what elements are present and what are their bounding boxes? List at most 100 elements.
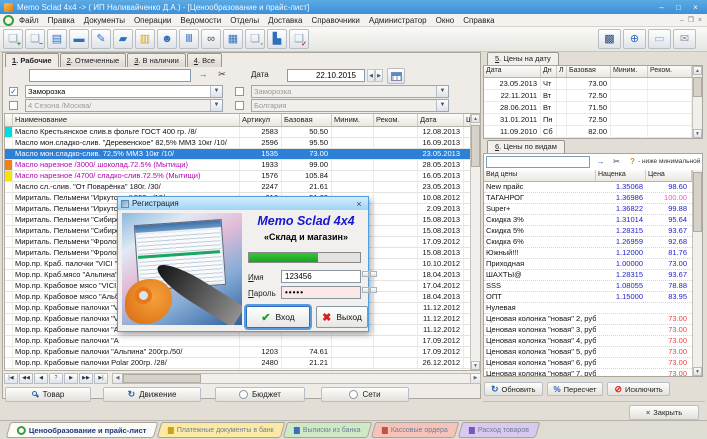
filter-checkbox[interactable] bbox=[235, 101, 244, 110]
calendar-button[interactable] bbox=[387, 68, 405, 84]
child-restore-icon[interactable]: ❐ bbox=[688, 15, 694, 26]
menu-item[interactable]: Доставка bbox=[268, 16, 302, 25]
filter-checkbox[interactable] bbox=[9, 101, 18, 110]
mode-button[interactable]: Товар bbox=[5, 387, 91, 402]
menu-item[interactable]: Администратор bbox=[369, 16, 427, 25]
menu-item[interactable]: Ведомости bbox=[180, 16, 221, 25]
close-icon[interactable]: × bbox=[688, 2, 703, 13]
column-header[interactable]: Л bbox=[557, 66, 567, 77]
column-header[interactable]: Реком. bbox=[648, 66, 692, 77]
clipboard-check-button[interactable]: ❑✓ bbox=[289, 29, 309, 49]
login-button[interactable]: ✔ Вход bbox=[246, 306, 310, 328]
filter-combo[interactable]: 4 Сезона /Москва/▼ bbox=[25, 99, 223, 112]
layout-button[interactable] bbox=[370, 271, 377, 277]
table-row[interactable]: Масло нарезное /3000/ шоколад.72.5% (Мыт… bbox=[5, 160, 480, 171]
chat-button[interactable]: ▭ bbox=[648, 29, 671, 49]
table-row[interactable]: Приходная1.0000073.00 bbox=[484, 259, 702, 270]
apply-filter-icon[interactable]: → bbox=[594, 155, 607, 168]
password-input[interactable] bbox=[281, 286, 361, 299]
menu-item[interactable]: Справка bbox=[463, 16, 494, 25]
action-button[interactable]: %Пересчет bbox=[547, 382, 604, 396]
menu-item[interactable]: Правка bbox=[48, 16, 75, 25]
window-tab[interactable]: Расход товаров bbox=[458, 422, 541, 438]
globe-button[interactable]: ⊕ bbox=[623, 29, 646, 49]
binoculars-button[interactable]: ∞ bbox=[201, 29, 221, 49]
cart-button[interactable]: ▦ bbox=[223, 29, 243, 49]
scroll-down-icon[interactable]: ▼ bbox=[693, 129, 702, 138]
nav-button[interactable]: ◀ bbox=[34, 373, 48, 384]
maximize-icon[interactable]: □ bbox=[671, 2, 686, 13]
column-header[interactable]: Наименование bbox=[13, 114, 240, 126]
edit-document-button[interactable]: ✎ bbox=[91, 29, 111, 49]
mode-button[interactable]: Бюджет bbox=[215, 387, 305, 402]
close-panel-button[interactable]: × Закрыть bbox=[629, 405, 699, 420]
column-header[interactable]: Цена bbox=[646, 170, 692, 181]
vertical-scrollbar[interactable]: ▲ ▼ bbox=[692, 66, 702, 138]
window-tab[interactable]: Кассовые ордера bbox=[371, 422, 460, 438]
column-header[interactable]: Миним. bbox=[611, 66, 648, 77]
scroll-down-icon[interactable]: ▼ bbox=[471, 361, 480, 370]
mode-button[interactable]: Сети bbox=[321, 387, 409, 402]
table-row[interactable]: Масло мон.сладко-слив. 72,5% ММЗ 10кг /1… bbox=[5, 149, 480, 160]
scrollbar-thumb[interactable] bbox=[123, 374, 201, 383]
table-row[interactable]: 31.01.2011Пн72.50 bbox=[484, 114, 702, 126]
table-row[interactable]: 28.06.2011Вт71.50 bbox=[484, 102, 702, 114]
table-row[interactable]: Скидка 6%1.2695992.68 bbox=[484, 237, 702, 248]
filter-checkbox[interactable]: ✓ bbox=[9, 87, 18, 96]
action-button[interactable]: ⊘Исключить bbox=[607, 382, 669, 396]
nav-button[interactable]: ? bbox=[49, 373, 63, 384]
table-row[interactable]: Ценовая колонка "новая" 3, руб73.00 bbox=[484, 325, 702, 336]
table-row[interactable]: Масло нарезное /4700/ сладко-слив.72.5% … bbox=[5, 171, 480, 182]
column-header[interactable]: Дата bbox=[484, 66, 541, 77]
tab-inactive[interactable]: 4. Все bbox=[187, 53, 222, 67]
table-row[interactable]: 11.09.2010Сб82.00 bbox=[484, 126, 702, 138]
grid-button[interactable]: ▩ bbox=[598, 29, 621, 49]
column-header[interactable]: Базовая bbox=[282, 114, 332, 126]
scrollbar-thumb[interactable] bbox=[693, 172, 702, 232]
layout-button[interactable] bbox=[362, 271, 369, 277]
remove-document-button[interactable]: ❏− bbox=[25, 29, 45, 49]
tab-inactive[interactable]: 3. В наличии bbox=[127, 53, 186, 67]
child-close-icon[interactable]: × bbox=[698, 15, 702, 26]
name-input[interactable] bbox=[281, 270, 361, 283]
column-header[interactable] bbox=[5, 114, 13, 126]
table-row[interactable]: Масло сл.-слив. "От Поварёнка" 180г. /30… bbox=[5, 182, 480, 193]
scrollbar-thumb[interactable] bbox=[693, 77, 702, 97]
table-row[interactable]: Super+1.3682299.88 bbox=[484, 204, 702, 215]
action-button[interactable]: ↻Обновить bbox=[484, 382, 543, 396]
menu-item[interactable]: Окно bbox=[436, 16, 455, 25]
column-header[interactable]: Артикул bbox=[240, 114, 282, 126]
person-button[interactable]: ☻ bbox=[157, 29, 177, 49]
window-tab[interactable]: Ценообразование и прайс-лист bbox=[6, 422, 158, 438]
mail-button[interactable]: ✉ bbox=[673, 29, 696, 49]
table-row[interactable]: Мор.пр. Крабовые палочки "Альпина" 200гр… bbox=[5, 347, 480, 358]
table-row[interactable]: Мор.пр. Креветки "BonDeLaMar" 31/40 800г… bbox=[5, 369, 480, 371]
table-row[interactable]: New прайс1.3506898.60 bbox=[484, 182, 702, 193]
column-header[interactable]: Дата bbox=[418, 114, 464, 126]
nav-button[interactable]: ◀◀ bbox=[19, 373, 33, 384]
table-row[interactable]: Мор.пр. Крабовые палочки "А17.09.2012 bbox=[5, 336, 480, 347]
table-row[interactable]: Нулевая bbox=[484, 303, 702, 314]
dialog-close-icon[interactable]: × bbox=[353, 199, 365, 209]
scroll-down-icon[interactable]: ▼ bbox=[693, 367, 702, 376]
nav-button[interactable]: ▶▶ bbox=[79, 373, 93, 384]
chevron-down-icon[interactable]: ▼ bbox=[436, 86, 448, 97]
table-row[interactable]: ОПТ1.1500083.95 bbox=[484, 292, 702, 303]
mode-button[interactable]: ↻Движение bbox=[103, 387, 201, 402]
table-row[interactable]: SSS1.0805578.88 bbox=[484, 281, 702, 292]
date-prev-icon[interactable]: ◀ bbox=[367, 69, 375, 82]
tab-active[interactable]: 1. Рабочие bbox=[5, 53, 59, 67]
tab-inactive[interactable]: 2. Отмеченные bbox=[60, 53, 127, 67]
clear-filter-icon[interactable]: ✂ bbox=[610, 155, 623, 168]
scroll-up-icon[interactable]: ▲ bbox=[693, 66, 702, 75]
search-input[interactable] bbox=[29, 69, 191, 82]
scrollbar-thumb[interactable] bbox=[471, 125, 480, 167]
scroll-left-icon[interactable]: ◀ bbox=[113, 374, 123, 383]
layout-button[interactable] bbox=[370, 287, 377, 293]
new-document-button[interactable]: ❏+ bbox=[3, 29, 23, 49]
wallet-button[interactable]: ▰ bbox=[113, 29, 133, 49]
credit-card-button[interactable]: ▬ bbox=[69, 29, 89, 49]
document-lock-button[interactable]: ❏▪ bbox=[245, 29, 265, 49]
column-header[interactable]: Миним. bbox=[332, 114, 374, 126]
column-header[interactable]: Реком. bbox=[374, 114, 418, 126]
